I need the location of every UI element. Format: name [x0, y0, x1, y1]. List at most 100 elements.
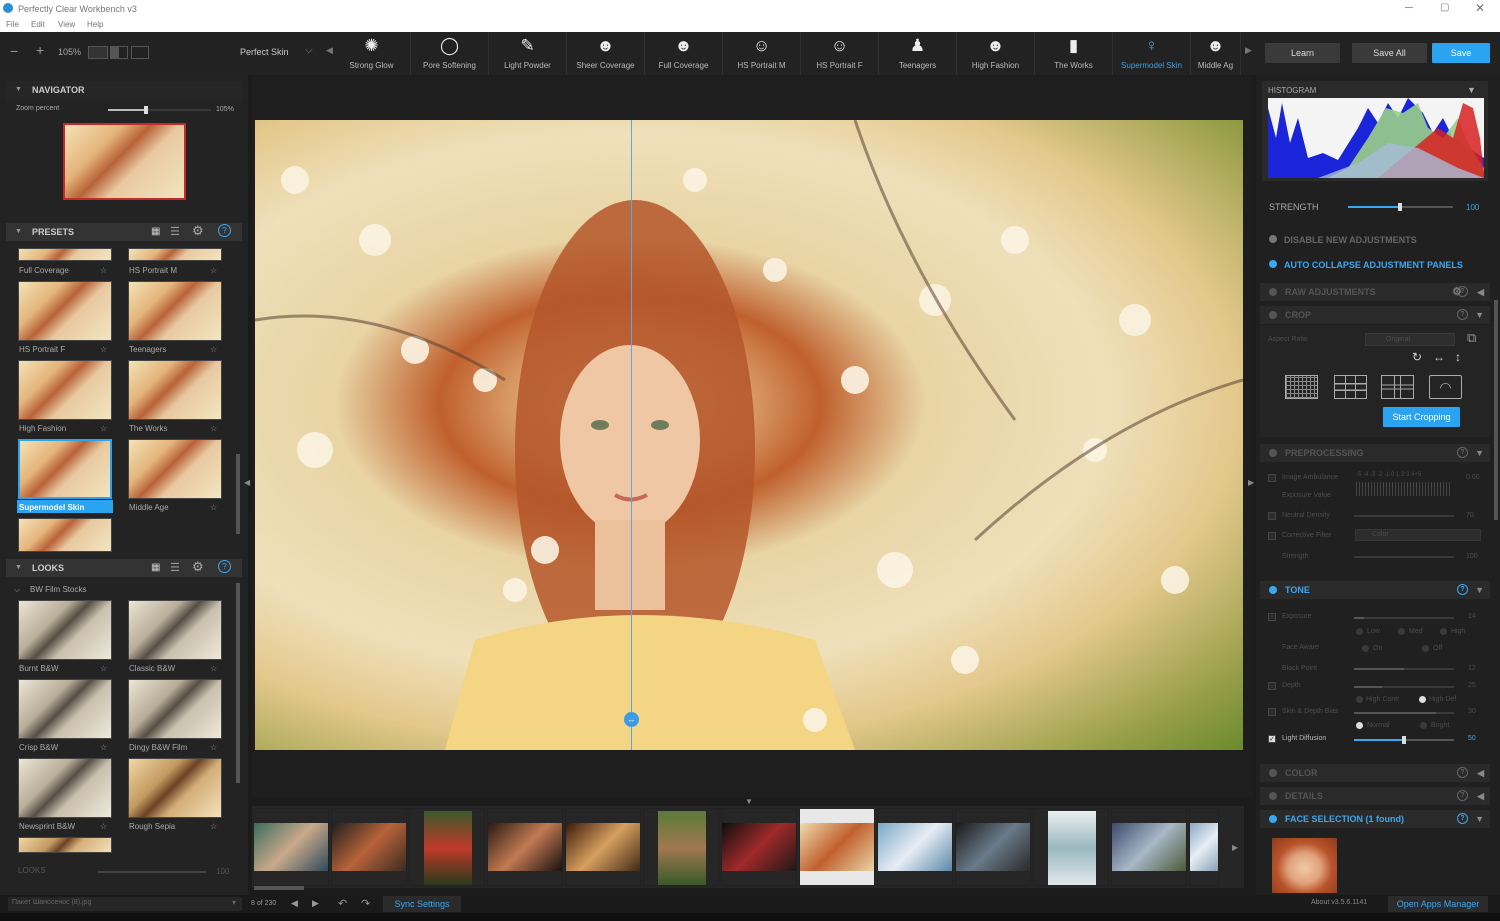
filmstrip-thumbnail[interactable] — [331, 808, 407, 886]
thirds-overlay-icon[interactable] — [1334, 375, 1367, 399]
star-icon[interactable]: ☆ — [210, 822, 217, 831]
filmstrip-thumbnail[interactable] — [487, 808, 563, 886]
collapse-right-icon[interactable]: ▶ — [1248, 478, 1254, 487]
menu-view[interactable]: View — [58, 20, 75, 29]
looks-header[interactable]: LOOKS — [6, 559, 242, 577]
rotate-icon[interactable]: ↻ — [1412, 350, 1422, 364]
corrective-filter-select[interactable]: Color — [1355, 529, 1481, 541]
filmstrip-thumbnail[interactable] — [799, 808, 875, 886]
looks-strength-slider[interactable] — [98, 871, 206, 873]
look-thumbnail[interactable] — [18, 837, 112, 853]
grid-view-icon[interactable]: ▦ — [151, 562, 160, 573]
collapse-arrow-icon[interactable]: ◀ — [1477, 787, 1484, 805]
tone-slider[interactable] — [1354, 617, 1454, 619]
preprocessing-header[interactable]: PREPROCESSING? ▼ — [1260, 444, 1490, 462]
zoom-slider[interactable] — [108, 106, 211, 114]
auto-collapse-label[interactable]: AUTO COLLAPSE ADJUSTMENT PANELS — [1284, 260, 1463, 270]
disable-adjustments-radio[interactable] — [1269, 235, 1277, 243]
minimize-icon[interactable]: ─ — [1405, 2, 1413, 14]
split-handle-icon[interactable]: ↔ — [624, 712, 639, 727]
help-icon[interactable]: ? — [1457, 813, 1468, 824]
sync-settings-button[interactable]: Sync Settings — [383, 896, 461, 912]
split-view-icon[interactable] — [110, 46, 128, 59]
chevron-down-icon[interactable]: ⌵ — [14, 585, 20, 595]
collapse-arrow-icon[interactable]: ◀ — [1477, 283, 1484, 301]
star-icon[interactable]: ☆ — [100, 822, 107, 831]
collapse-arrow-icon[interactable]: ◀ — [1477, 764, 1484, 782]
crop-header[interactable]: CROP? ▼ — [1260, 306, 1490, 324]
star-icon[interactable]: ☆ — [210, 424, 217, 433]
face-aware-radio[interactable] — [1362, 645, 1369, 652]
help-icon[interactable]: ? — [1457, 790, 1468, 801]
face-thumbnail[interactable] — [1272, 838, 1337, 893]
preprocessing-slider[interactable] — [1354, 556, 1454, 558]
look-thumbnail[interactable] — [128, 758, 222, 818]
depth-mode-radio[interactable] — [1356, 696, 1363, 703]
star-icon[interactable]: ☆ — [210, 743, 217, 752]
preset-thumbnail[interactable] — [18, 248, 112, 261]
exposure-level-radio[interactable] — [1398, 628, 1405, 635]
preprocessing-checkbox[interactable] — [1268, 512, 1276, 520]
presets-header[interactable]: PRESETS — [6, 223, 242, 241]
filmstrip-thumbnail[interactable] — [565, 808, 641, 886]
flip-vertical-icon[interactable]: ↕ — [1455, 350, 1461, 364]
gear-icon[interactable]: ⚙ — [1452, 283, 1462, 301]
skin-depth-checkbox[interactable] — [1268, 708, 1276, 716]
look-label[interactable]: Crisp B&W — [19, 743, 58, 752]
looks-scrollbar[interactable] — [236, 583, 240, 783]
look-thumbnail[interactable] — [18, 758, 112, 818]
preset-thumbnail[interactable] — [128, 360, 222, 420]
collapse-arrow-icon[interactable]: ▼ — [1475, 581, 1484, 599]
color-header[interactable]: COLOR? ◀ — [1260, 764, 1490, 782]
zoom-in-icon[interactable]: + — [36, 42, 44, 58]
look-thumbnail[interactable] — [128, 600, 222, 660]
strength-slider[interactable] — [1348, 203, 1453, 211]
exposure-level-radio[interactable] — [1356, 628, 1363, 635]
skin-mode-radio[interactable] — [1356, 722, 1363, 729]
toolbar-preset-supermodel-skin[interactable]: ♀ Supermodel Skin — [1113, 32, 1191, 75]
star-icon[interactable]: ☆ — [210, 266, 217, 275]
learn-button[interactable]: Learn — [1265, 43, 1340, 63]
toolbar-preset-hs-portrait-f[interactable]: ☺ HS Portrait F — [801, 32, 879, 75]
next-image-icon[interactable]: ▶ — [312, 898, 319, 909]
look-label[interactable]: Classic B&W — [129, 664, 175, 673]
star-icon[interactable]: ☆ — [100, 743, 107, 752]
open-apps-manager-button[interactable]: Open Apps Manager — [1388, 896, 1488, 912]
filmstrip-next-icon[interactable]: ▶ — [1232, 843, 1238, 852]
look-label[interactable]: Newsprint B&W — [19, 822, 75, 831]
collapse-arrow-icon[interactable]: ▼ — [1475, 444, 1484, 462]
exposure-checkbox[interactable] — [1268, 613, 1276, 621]
collapse-left-icon[interactable]: ◀ — [244, 478, 250, 487]
auto-collapse-radio[interactable] — [1269, 260, 1277, 268]
toolbar-preset-hs-portrait-m[interactable]: ☺ HS Portrait M — [723, 32, 801, 75]
menu-edit[interactable]: Edit — [31, 20, 45, 29]
filmstrip-thumbnail[interactable] — [253, 808, 329, 886]
disable-adjustments-label[interactable]: DISABLE NEW ADJUSTMENTS — [1284, 235, 1417, 245]
menu-help[interactable]: Help — [87, 20, 103, 29]
filmstrip-thumbnail[interactable] — [955, 808, 1031, 886]
save-button[interactable]: Save — [1432, 43, 1490, 63]
gear-icon[interactable]: ⚙ — [192, 559, 204, 575]
preset-thumbnail[interactable] — [18, 439, 112, 499]
filmstrip-thumbnail[interactable] — [643, 808, 719, 886]
depth-checkbox[interactable] — [1268, 682, 1276, 690]
star-icon[interactable]: ☆ — [100, 664, 107, 673]
preset-label[interactable]: The Works — [129, 424, 168, 433]
current-preset[interactable]: Perfect Skin — [240, 47, 289, 57]
preprocessing-checkbox[interactable] — [1268, 474, 1276, 482]
gear-icon[interactable]: ⚙ — [192, 223, 204, 239]
golden-overlay-icon[interactable] — [1381, 375, 1414, 399]
help-icon[interactable]: ? — [218, 224, 231, 237]
scroll-left-icon[interactable]: ◀ — [326, 45, 333, 56]
scroll-right-icon[interactable]: ▶ — [1245, 45, 1252, 56]
list-view-icon[interactable]: ☰ — [170, 561, 180, 574]
filmstrip-scrollbar[interactable] — [254, 886, 304, 890]
menu-file[interactable]: File — [6, 20, 19, 29]
look-label[interactable]: Dingy B&W Film — [129, 743, 187, 752]
raw-adjustments-header[interactable]: RAW ADJUSTMENTS? ⚙ ◀ — [1260, 283, 1490, 301]
preset-label[interactable]: Supermodel Skin — [19, 503, 84, 512]
filmstrip-thumbnail[interactable] — [409, 808, 485, 886]
help-icon[interactable]: ? — [1457, 584, 1468, 595]
preset-label[interactable]: Full Coverage — [19, 266, 69, 275]
look-label[interactable]: Rough Sepia — [129, 822, 175, 831]
